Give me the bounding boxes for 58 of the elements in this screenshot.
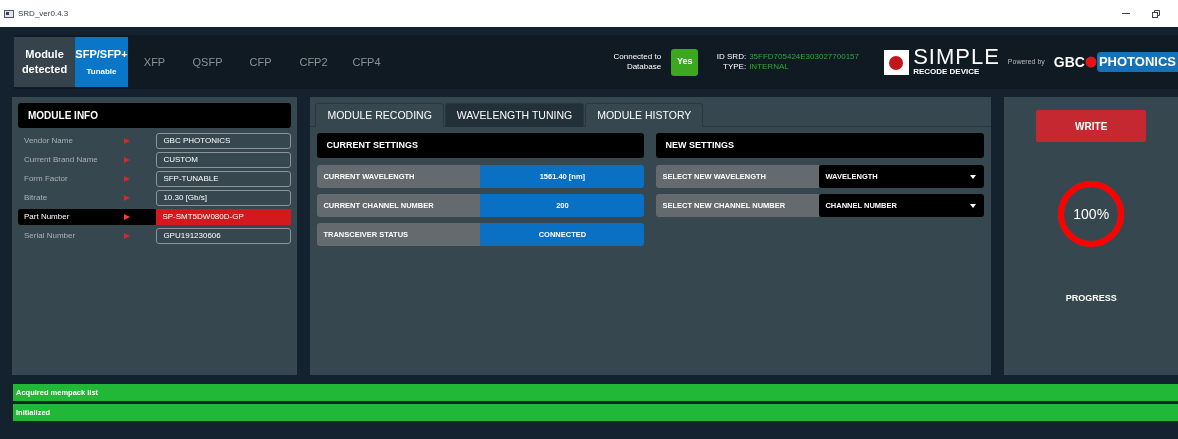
module-type-tab[interactable]: CFP4 (340, 37, 393, 87)
app-icon (4, 9, 14, 18)
type-value: INTERNAL (749, 62, 789, 72)
window-title: SRD_ver0.4.3 (18, 7, 69, 20)
restore-icon[interactable] (1152, 9, 1160, 18)
database-label: Connected to Database (612, 52, 662, 72)
module-status: Module detected (14, 37, 75, 87)
field-label: Bitrate (23, 192, 49, 204)
info-row[interactable]: Current Brand Name CUSTOM (18, 152, 292, 168)
field-label: Current Brand Name (23, 154, 99, 166)
write-button[interactable]: WRITE (1036, 110, 1147, 142)
dot-icon (1084, 56, 1097, 68)
section-tab[interactable]: MODULE HISTORY (585, 103, 704, 127)
section-header: CURRENT SETTINGS (317, 133, 645, 158)
database-status-badge: Yes (671, 48, 699, 76)
arrow-icon (124, 138, 130, 144)
info-row[interactable]: Vendor Name GBC PHOTONICS (18, 133, 292, 149)
logo-title: SIMPLE (913, 47, 1000, 67)
field-value: SFP-TUNABLE (156, 171, 292, 187)
arrow-icon (124, 195, 130, 201)
field-value: 10.30 [Gb/s] (156, 190, 292, 206)
module-type-tab[interactable]: SFP/SFP+ Tunable (75, 37, 128, 87)
section-header: NEW SETTINGS (656, 133, 985, 158)
logo-subtitle: RECODE DEVICE (913, 67, 980, 77)
partner-logo-text: GBC (1053, 52, 1085, 72)
info-row[interactable]: Form Factor SFP-TUNABLE (18, 171, 292, 187)
progress-label: PROGRESS (1065, 292, 1117, 305)
arrow-icon (124, 176, 130, 182)
field-label: Form Factor (23, 173, 69, 185)
id-value: 35FFD705424E303027700157 (749, 52, 859, 62)
progress-reading: 100% (1073, 206, 1110, 222)
field-value: GBC PHOTONICS (156, 133, 292, 149)
section-tab[interactable]: WAVELENGTH TUNING (444, 103, 585, 127)
field-value: CUSTOM (156, 152, 292, 168)
caret-icon (970, 203, 977, 208)
info-row[interactable]: Serial Number GPU191230606 (18, 228, 292, 244)
module-type-tab[interactable]: QSFP (181, 37, 234, 87)
logo-icon (884, 49, 910, 75)
info-row[interactable]: Bitrate 10.30 [Gb/s] (18, 190, 292, 206)
field-label: Part Number (23, 211, 71, 223)
panel-header: MODULE INFO (18, 103, 292, 128)
module-type-tab[interactable]: XFP (128, 37, 181, 87)
section-tab[interactable]: MODULE RECODING (315, 103, 444, 127)
partner-logo-badge: PHOTONICS (1096, 52, 1178, 72)
field-label: Vendor Name (23, 135, 74, 147)
arrow-icon (124, 233, 130, 239)
minimize-icon[interactable] (1122, 12, 1130, 15)
caret-icon (970, 174, 977, 179)
field-value: GPU191230606 (156, 228, 292, 244)
id-label: ID SRD: (715, 52, 747, 62)
type-label: TYPE: (722, 62, 747, 72)
arrow-icon (124, 214, 130, 220)
arrow-icon (124, 157, 130, 163)
field-label: Serial Number (23, 230, 77, 242)
selected-row[interactable]: Part Number SP-SMT5DW080D-GP (18, 209, 292, 225)
module-type-tab[interactable]: CFP2 (287, 37, 340, 87)
module-type-tab[interactable]: CFP (234, 37, 287, 87)
field-value: SP-SMT5DW080D-GP (156, 209, 292, 225)
